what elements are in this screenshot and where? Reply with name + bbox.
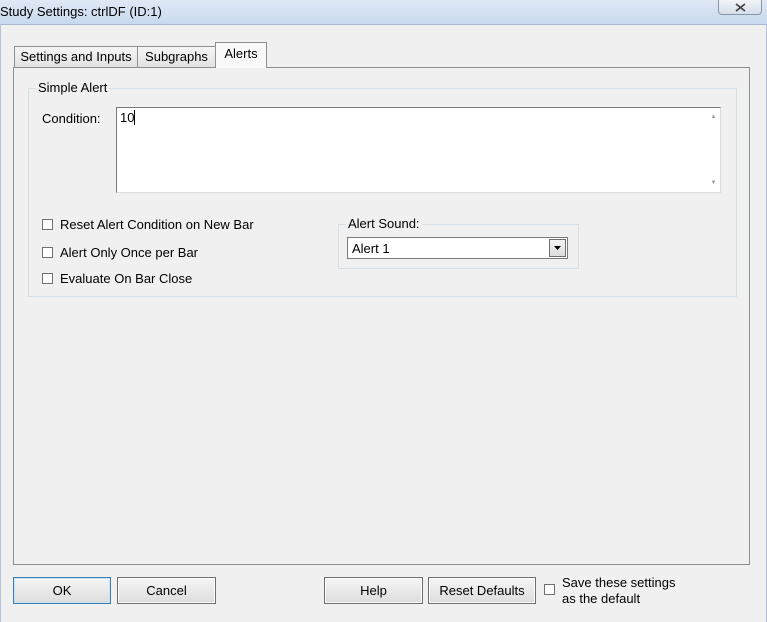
close-icon [735,2,745,12]
alert-sound-value: Alert 1 [352,241,390,256]
help-button-label: Help [360,583,387,598]
tab-settings-and-inputs[interactable]: Settings and Inputs [14,46,138,67]
scroll-up-icon[interactable]: ▲ [708,112,719,122]
ok-button-label: OK [52,583,72,598]
condition-textarea[interactable]: 10 ▲ ▼ [116,107,721,193]
ok-button[interactable]: OK [13,577,111,604]
window-title: Study Settings: ctrlDF (ID:1) [0,4,162,19]
help-button[interactable]: Help [324,577,423,604]
cancel-button-label: Cancel [146,583,187,598]
cancel-button[interactable]: Cancel [117,577,216,604]
save-default-checkbox-row[interactable]: Save these settings as the default [544,575,675,607]
reset-defaults-button-label: Reset Defaults [439,583,525,598]
title-bar: Study Settings: ctrlDF (ID:1) [0,0,767,25]
evaluate-bar-close-checkbox-row[interactable]: Evaluate On Bar Close [42,270,192,286]
reset-alert-checkbox[interactable] [42,218,53,230]
scroll-down-icon[interactable]: ▼ [708,178,719,188]
reset-alert-label: Reset Alert Condition on New Bar [60,216,254,232]
condition-value: 10 [120,110,135,125]
save-default-label-line2: as the default [562,591,641,606]
evaluate-bar-close-label: Evaluate On Bar Close [60,270,193,286]
tab-subgraphs[interactable]: Subgraphs [137,46,216,67]
save-default-label: Save these settings as the default [562,575,675,607]
close-button[interactable] [718,0,762,15]
alert-sound-label: Alert Sound: [346,216,422,232]
tab-label: Alerts [224,46,258,61]
chevron-down-icon [554,246,561,250]
text-caret [134,110,135,125]
reset-alert-checkbox-row[interactable]: Reset Alert Condition on New Bar [42,216,254,232]
alert-once-label: Alert Only Once per Bar [60,244,198,260]
reset-defaults-button[interactable]: Reset Defaults [428,577,536,604]
alert-once-checkbox[interactable] [42,246,53,258]
simple-alert-group-label: Simple Alert [36,80,110,96]
tab-label: Settings and Inputs [20,49,132,64]
alert-sound-select[interactable]: Alert 1 [347,237,568,259]
evaluate-bar-close-checkbox[interactable] [42,272,53,284]
dropdown-button[interactable] [549,239,566,257]
save-default-checkbox[interactable] [544,584,555,595]
tab-label: Subgraphs [145,49,208,64]
alert-once-checkbox-row[interactable]: Alert Only Once per Bar [42,244,198,260]
save-default-label-line1: Save these settings [562,575,676,590]
condition-label: Condition: [42,111,101,126]
tab-alerts[interactable]: Alerts [215,42,267,68]
